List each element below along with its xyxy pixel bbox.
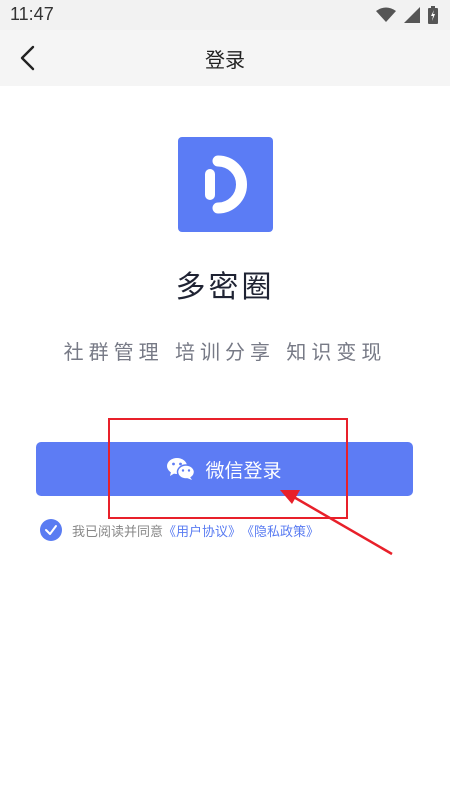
agreement-checkbox[interactable]	[40, 519, 62, 541]
page-title: 登录	[205, 48, 245, 72]
app-name: 多密圈	[175, 270, 275, 305]
agreement-prefix: 我已阅读并同意	[72, 524, 164, 540]
nav-bar: 登录	[0, 30, 450, 86]
status-time: 11:47	[10, 4, 54, 24]
app-slogan: 社群管理 培训分享 知识变现	[63, 340, 387, 364]
signal-icon	[404, 7, 420, 23]
status-icons	[376, 6, 438, 24]
app-logo	[178, 137, 273, 232]
status-bar: 11:47	[0, 0, 450, 30]
logo-d-icon	[205, 155, 247, 214]
wifi-icon	[376, 7, 396, 22]
annotation-arrow	[280, 490, 393, 556]
battery-icon	[428, 6, 438, 24]
check-icon	[45, 525, 57, 535]
user-agreement-link[interactable]: 《用户协议》	[163, 521, 241, 540]
